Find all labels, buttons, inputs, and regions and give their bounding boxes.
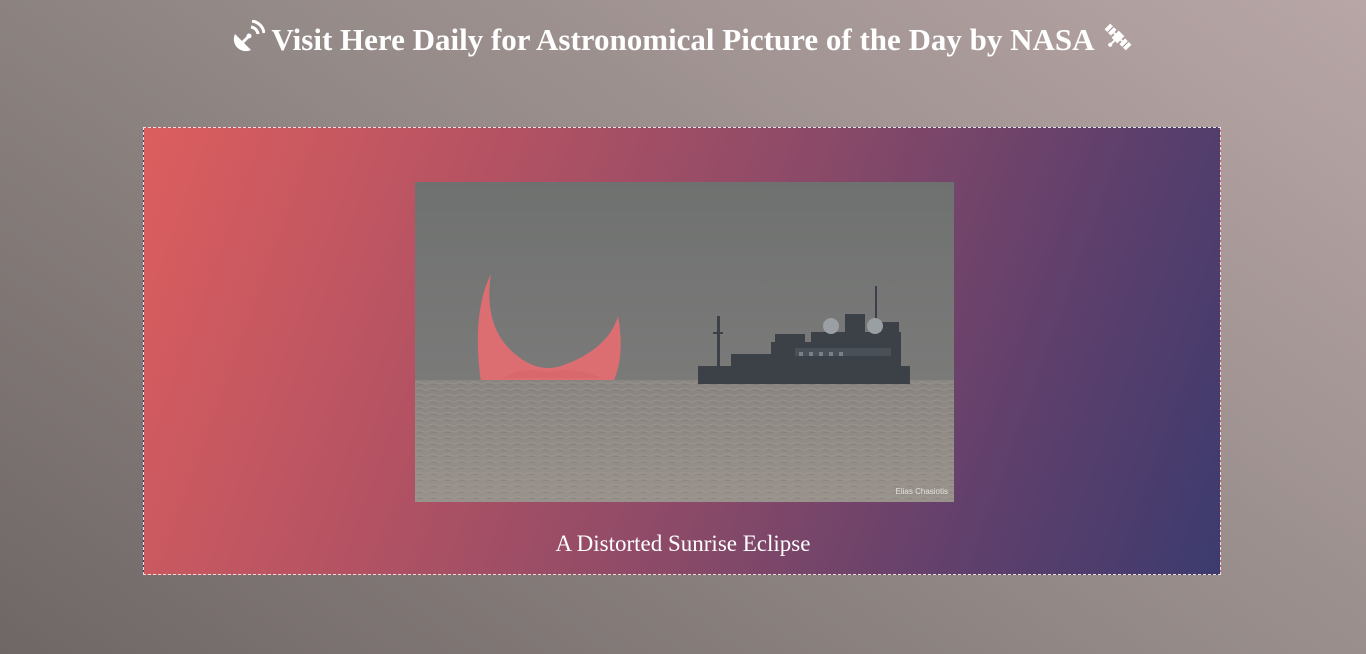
apod-card: Elias Chasiotis A Distorted Sunrise Ecli…: [143, 127, 1221, 575]
satellite-dish-icon: [231, 19, 266, 54]
satellite-icon: [1101, 20, 1135, 54]
page-header: Visit Here Daily for Astronomical Pictur…: [0, 18, 1366, 62]
photo-credit: Elias Chasiotis: [896, 487, 948, 496]
apod-caption: A Distorted Sunrise Eclipse: [555, 531, 811, 556]
page-title: Visit Here Daily for Astronomical Pictur…: [271, 22, 1095, 57]
apod-image[interactable]: Elias Chasiotis: [415, 182, 954, 502]
